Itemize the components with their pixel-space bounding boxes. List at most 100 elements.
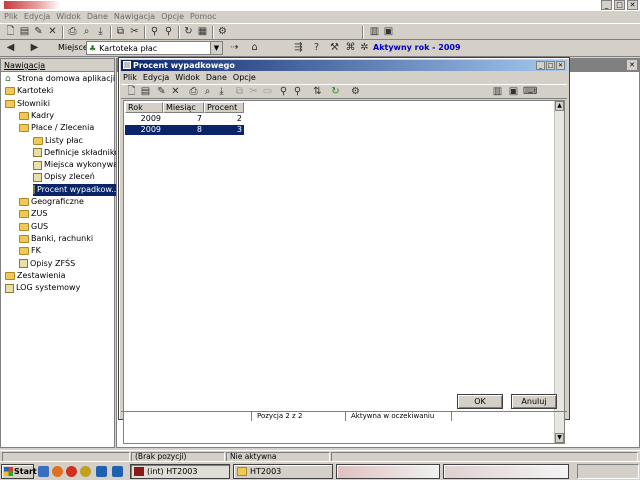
nav-item[interactable]: Opisy zleceń [33,171,95,183]
dialog-edit-icon[interactable]: ✎ [155,86,168,98]
filter-icon[interactable]: ▦ [196,26,209,38]
media-icon[interactable] [80,466,91,477]
dialog-layout-icon[interactable]: ▥ [491,86,504,98]
menu-nawigacja[interactable]: Nawigacja [114,11,155,23]
nav-item[interactable]: Płace / Zlecenia [19,122,94,134]
properties-icon[interactable]: ▤ [18,26,31,38]
nav-item[interactable]: Geograficzne [19,196,84,208]
cut-icon[interactable]: ✂ [128,26,141,38]
navigation-header[interactable]: Nawigacja [1,59,114,72]
mail-icon[interactable] [66,466,77,477]
dialog-menu-dane[interactable]: Dane [206,72,227,83]
find-next-icon[interactable]: ⚲ [162,26,175,38]
nav-item[interactable]: Definicje składnikó... [33,147,127,159]
nav-item[interactable]: Zestawienia [5,270,66,282]
dialog-print-icon[interactable]: ⎙ [187,86,200,98]
dialog-menu-opcje[interactable]: Opcje [233,72,256,83]
nav-item[interactable]: Słowniki [5,98,50,110]
preview-icon[interactable]: ⌕ [80,26,93,38]
refresh-icon[interactable]: ↻ [182,26,195,38]
nav-item[interactable]: FK [19,245,41,257]
dialog-close-button[interactable]: ✕ [556,61,565,70]
task-ht2003[interactable]: HT2003 [233,464,333,479]
column-header-miesiac[interactable]: Miesiąc [163,102,204,113]
new-icon[interactable]: 🗋 [4,26,17,38]
task-int-ht2003[interactable]: (int) HT2003 [130,464,230,479]
start-button[interactable]: Start [1,464,37,479]
dialog-paste-icon[interactable]: ▭ [261,86,274,98]
dialog-find-next-icon[interactable]: ⚲ [291,86,304,98]
dialog-delete-icon[interactable]: ✕ [169,86,182,98]
dialog-cut-icon[interactable]: ✂ [247,86,260,98]
nav-item[interactable]: Banki, rachunki [19,233,93,245]
column-header-procent[interactable]: Procent [204,102,244,113]
chevron-down-icon[interactable]: ▼ [210,42,222,54]
nav-arrow-icon[interactable]: ⇶ [292,42,305,54]
dialog-panel-icon[interactable]: ▣ [507,86,520,98]
settings-icon[interactable]: ⚙ [216,26,229,38]
close-panel-icon[interactable]: ✕ [627,60,637,70]
delete-icon[interactable]: ✕ [46,26,59,38]
dialog-copy-icon[interactable]: ⧉ [233,86,246,98]
dialog-export-icon[interactable]: ⤓ [215,86,228,98]
tools-icon[interactable]: ⚒ [328,42,341,54]
task-redacted[interactable] [443,464,569,479]
nav-item[interactable]: Opisy ZFŚS [19,258,75,270]
browser-icon[interactable] [52,466,63,477]
quicklaunch-icon[interactable] [112,466,123,477]
edit-icon[interactable]: ✎ [32,26,45,38]
menu-widok[interactable]: Widok [56,11,81,23]
scroll-up-icon[interactable]: ▲ [555,101,564,111]
menu-dane[interactable]: Dane [87,11,108,23]
quicklaunch-icon[interactable] [96,466,107,477]
dialog-keyboard-icon[interactable]: ⌨ [523,86,537,98]
nav-item[interactable]: Miejsca wykonywa... [33,159,126,171]
dialog-new-icon[interactable]: 🗋 [125,86,138,98]
dialog-find-icon[interactable]: ⚲ [277,86,290,98]
menu-plik[interactable]: Plik [4,11,18,23]
dialog-preview-icon[interactable]: ⌕ [201,86,214,98]
dialog-menu-edycja[interactable]: Edycja [143,72,169,83]
cell-procent[interactable]: 2 [204,114,244,124]
nav-item[interactable]: Kadry [19,110,54,122]
print-icon[interactable]: ⎙ [66,26,79,38]
task-redacted[interactable] [336,464,440,479]
cell-miesiac[interactable]: 8 [163,125,204,135]
location-combo[interactable]: ♣ Kartoteka płac ▼ [86,41,223,55]
find-icon[interactable]: ⚲ [148,26,161,38]
nav-item[interactable]: Kartoteki [5,85,53,97]
vertical-scrollbar[interactable]: ▲ ▼ [554,101,564,443]
dialog-sort-icon[interactable]: ⇅ [311,86,324,98]
back-icon[interactable]: ◀ [4,42,17,54]
maximize-button[interactable]: □ [614,0,625,10]
menu-edycja[interactable]: Edycja [24,11,50,23]
nav-item[interactable]: ⌂ Strona domowa aplikacji [5,73,115,85]
ok-button[interactable]: OK [457,394,503,409]
dialog-minimize-button[interactable]: _ [536,61,545,70]
cell-miesiac[interactable]: 7 [163,114,204,124]
layout-icon[interactable]: ▥ [368,26,381,38]
help-icon[interactable]: ? [310,42,323,54]
go-icon[interactable]: ⇢ [228,42,241,54]
column-header-rok[interactable]: Rok [125,102,163,113]
dialog-settings-icon[interactable]: ⚙ [349,86,362,98]
dialog-refresh-icon[interactable]: ↻ [329,86,342,98]
scroll-down-icon[interactable]: ▼ [555,433,564,443]
desktop-icon[interactable] [38,466,49,477]
dialog-menu-plik[interactable]: Plik [123,72,137,83]
cell-procent[interactable]: 3 [204,125,244,135]
cell-rok[interactable]: 2009 [125,114,163,124]
export-icon[interactable]: ⤓ [94,26,107,38]
nav-item[interactable]: Listy płac [33,135,83,147]
gear-icon[interactable]: ✲ [358,42,371,54]
nav-item[interactable]: ZUS [19,208,47,220]
panel-icon[interactable]: ▣ [382,26,395,38]
nav-item[interactable]: GUS [19,221,48,233]
cancel-button[interactable]: Anuluj [511,394,557,409]
forward-icon[interactable]: ▶ [28,42,41,54]
cell-rok[interactable]: 2009 [125,125,163,135]
menu-opcje[interactable]: Opcje [161,11,184,23]
nav-item[interactable]: LOG systemowy [5,282,80,294]
home-nav-icon[interactable]: ⌂ [248,42,261,54]
minimize-button[interactable]: _ [601,0,612,10]
